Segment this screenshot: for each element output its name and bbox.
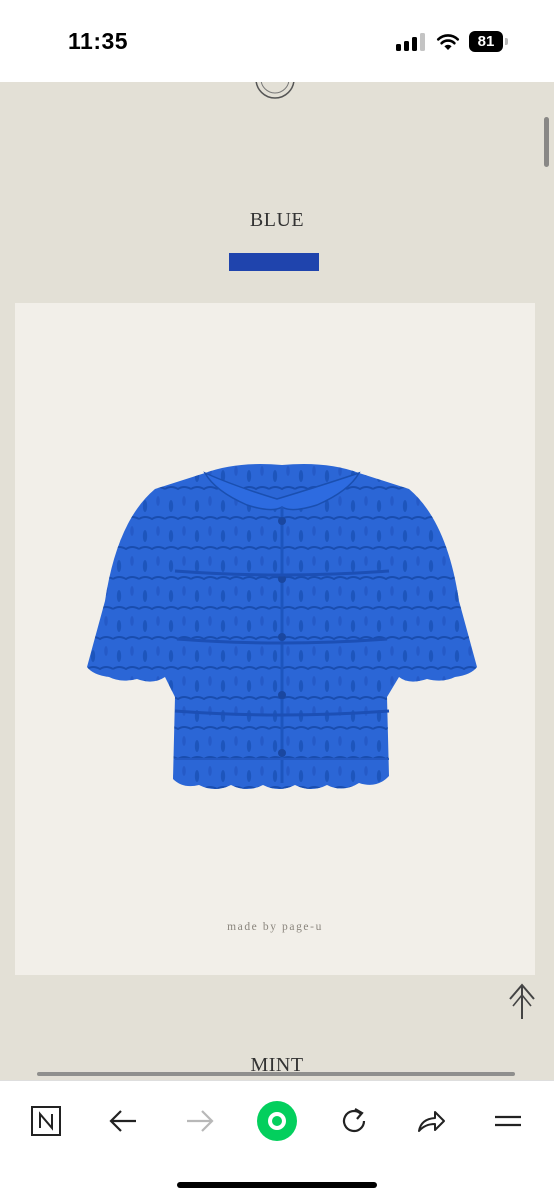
- share-button[interactable]: [409, 1099, 453, 1143]
- green-dot-icon: [257, 1101, 297, 1141]
- back-button[interactable]: [101, 1099, 145, 1143]
- green-dot-button[interactable]: [255, 1099, 299, 1143]
- color-name-blue: BLUE: [249, 209, 305, 231]
- arrow-left-icon: [109, 1110, 136, 1132]
- naver-n-icon: [31, 1106, 61, 1136]
- naver-home-button[interactable]: [24, 1099, 68, 1143]
- wifi-icon: [436, 34, 460, 50]
- watermark-text: made by page-u: [227, 921, 323, 933]
- arrow-up-icon[interactable]: [505, 979, 539, 1023]
- reload-icon: [342, 1108, 366, 1133]
- forward-button[interactable]: [178, 1099, 222, 1143]
- product-photo: made by page-u: [15, 303, 535, 975]
- vertical-scrollbar[interactable]: [544, 117, 549, 167]
- reload-button[interactable]: [332, 1099, 376, 1143]
- status-bar: 11:35 81: [0, 0, 554, 82]
- home-indicator: [177, 1182, 377, 1188]
- browser-toolbar: [0, 1080, 554, 1200]
- color-swatch-blue: [229, 253, 319, 271]
- battery-icon: 81: [469, 31, 509, 52]
- cardigan-image: [87, 464, 477, 789]
- product-detail-page[interactable]: BLUE made by page-u MINT: [0, 82, 554, 1080]
- menu-icon: [495, 1115, 521, 1127]
- brand-logo-icon: [255, 82, 295, 99]
- cellular-signal-icon: [396, 33, 426, 51]
- arrow-right-icon: [187, 1110, 214, 1132]
- horizontal-scrollbar[interactable]: [37, 1072, 515, 1076]
- status-time: 11:35: [68, 28, 129, 54]
- share-icon: [418, 1111, 445, 1132]
- battery-level: 81: [469, 31, 503, 52]
- menu-button[interactable]: [486, 1099, 530, 1143]
